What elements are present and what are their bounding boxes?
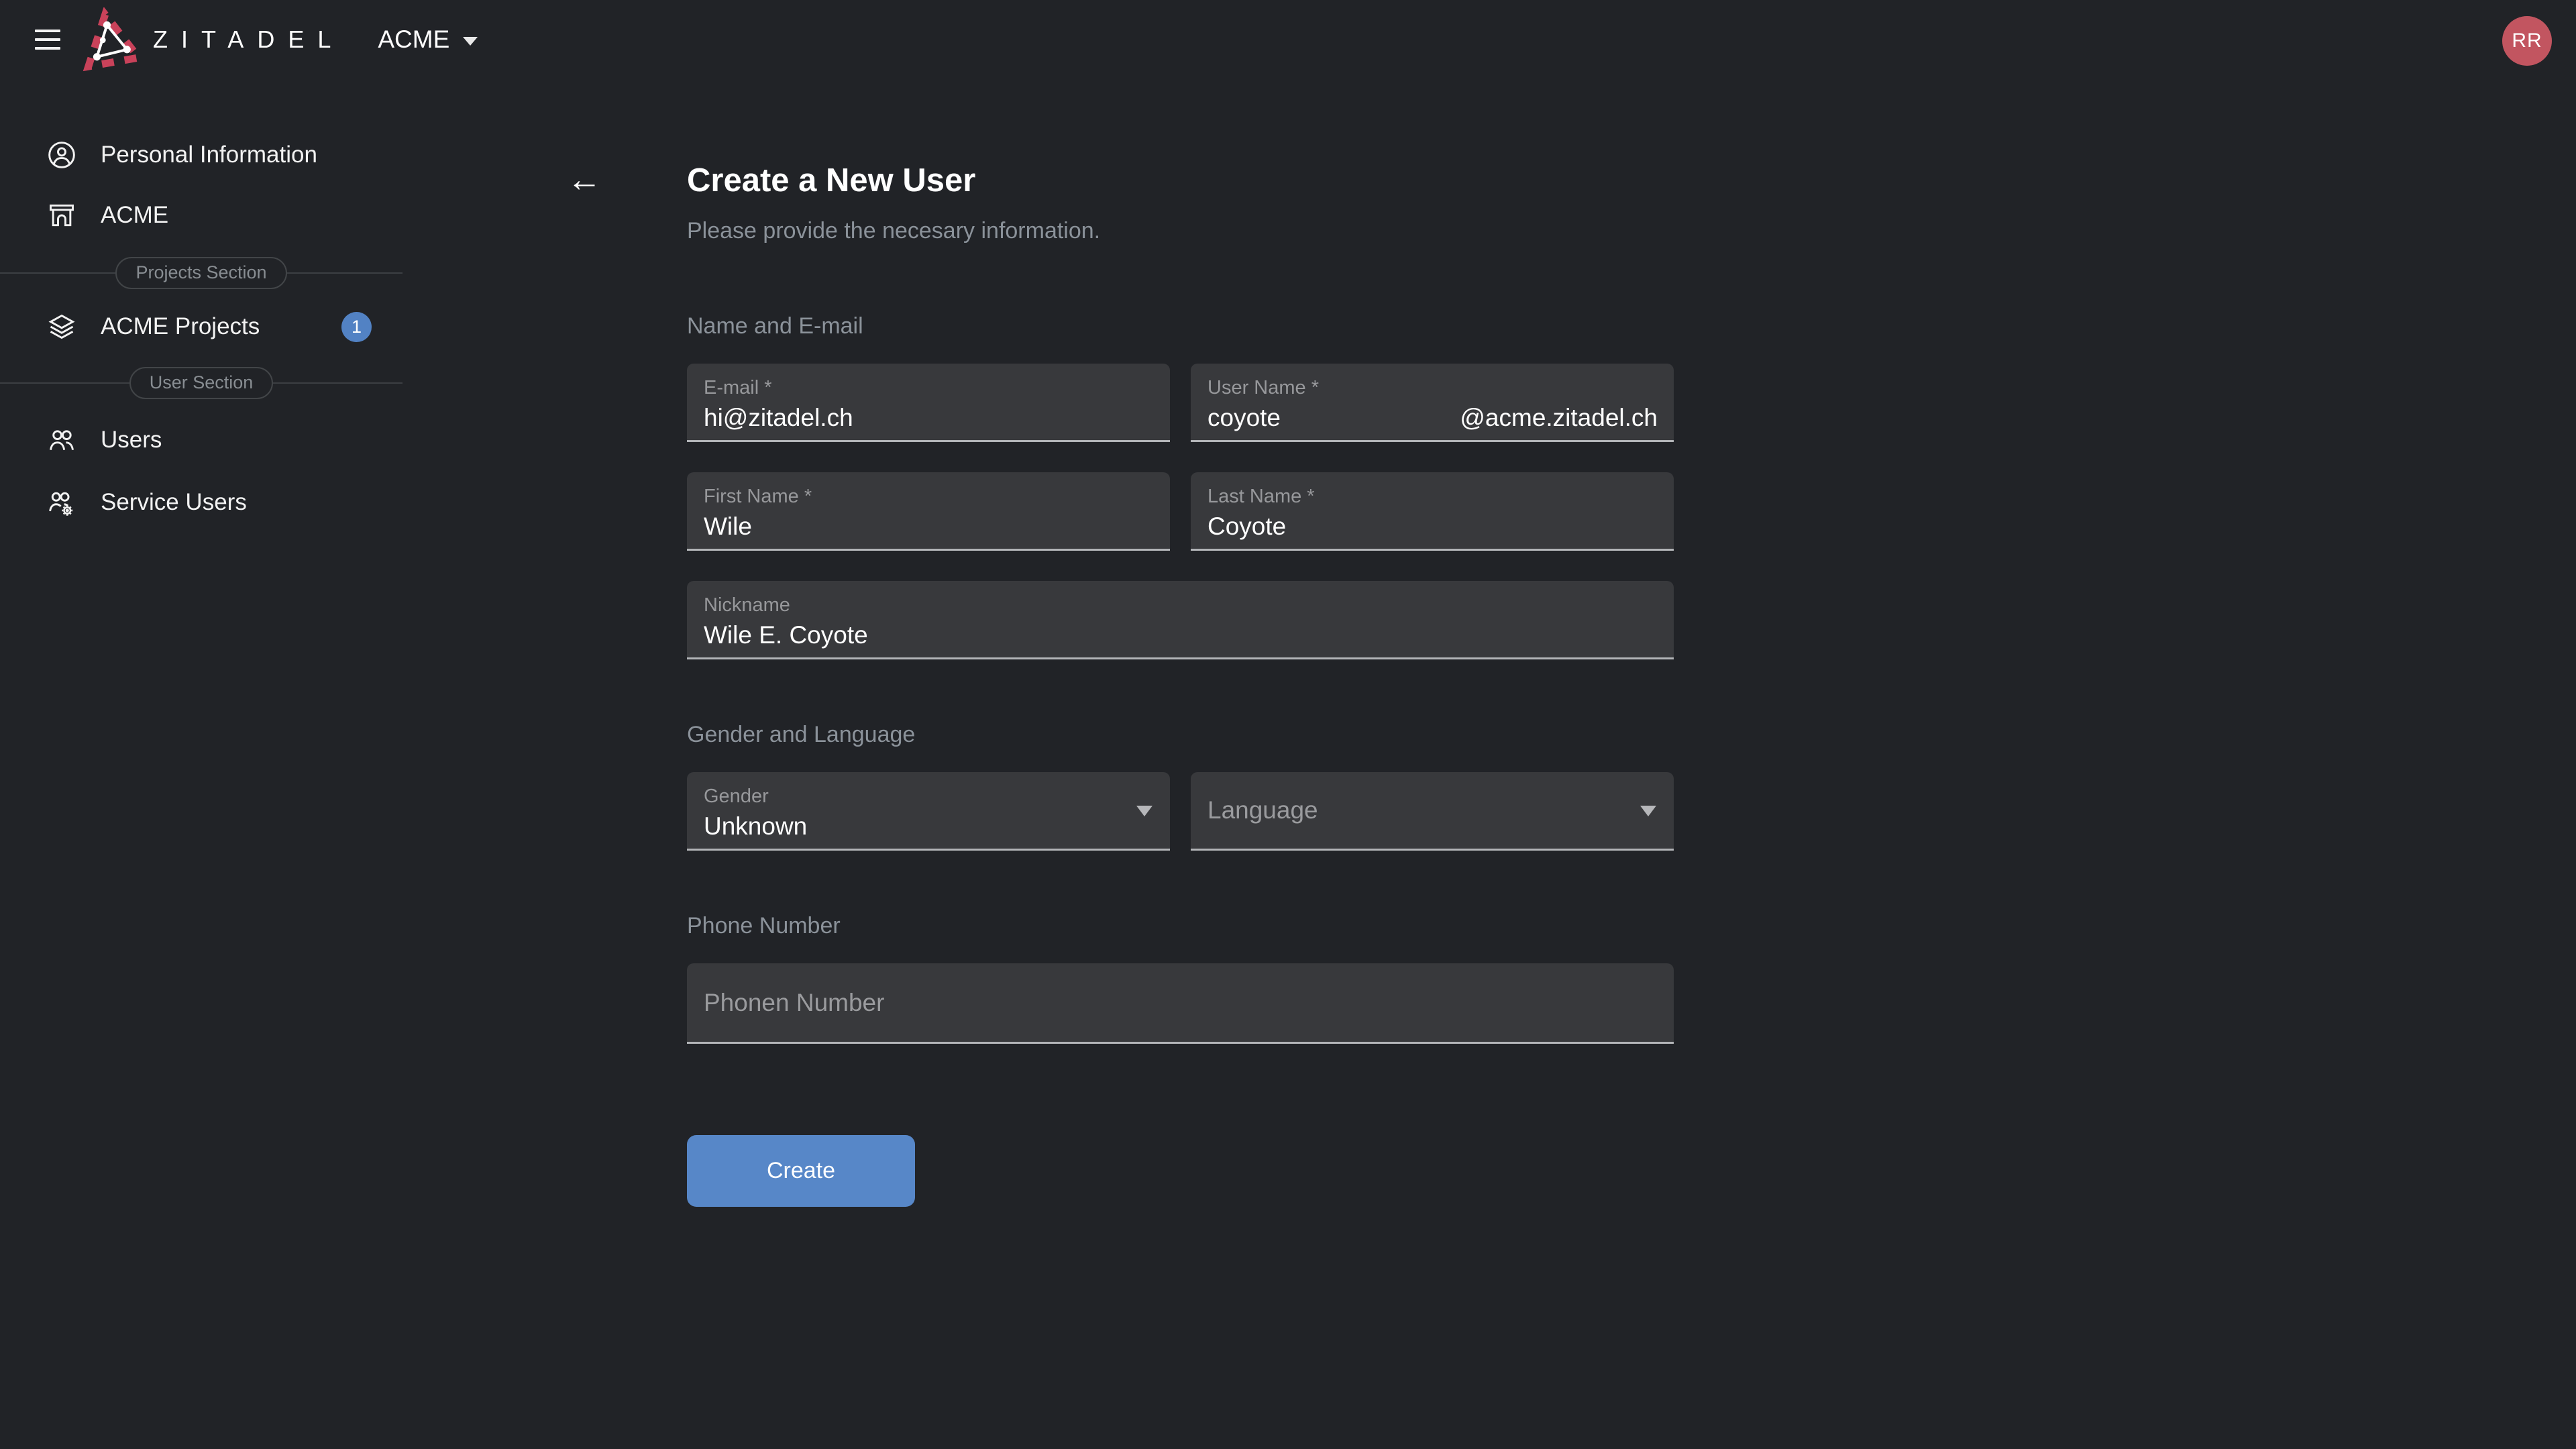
create-user-page: Create a New User Please provide the nec… — [687, 0, 1674, 1207]
gender-select[interactable]: Gender Unknown — [687, 772, 1170, 851]
lastname-field[interactable]: Last Name * Coyote — [1191, 472, 1674, 551]
firstname-field[interactable]: First Name * Wile — [687, 472, 1170, 551]
sidebar-item-personal-information[interactable]: Personal Information — [0, 126, 402, 184]
users-icon — [47, 425, 76, 455]
building-arch-icon — [47, 201, 76, 230]
sidebar-item-label: ACME — [101, 202, 168, 229]
section-pill-label: Projects Section — [115, 257, 286, 289]
divider-line — [273, 382, 402, 384]
firstname-label: First Name * — [704, 484, 1154, 509]
layers-icon — [47, 312, 76, 341]
firstname-value: Wile — [704, 510, 1154, 543]
dropdown-arrow-icon — [1136, 806, 1152, 816]
username-value: coyote — [1208, 401, 1281, 435]
zitadel-triangle-icon — [78, 7, 142, 72]
sidebar-item-label: Users — [101, 427, 162, 453]
sidebar-item-acme-projects[interactable]: ACME Projects 1 — [0, 298, 402, 356]
org-selector-button[interactable]: ACME — [378, 25, 478, 54]
sidebar-item-label: Service Users — [101, 489, 247, 516]
section-pill-label: User Section — [129, 367, 274, 399]
sidebar-item-label: Personal Information — [101, 142, 317, 168]
language-placeholder: Language — [1208, 794, 1658, 826]
email-value: hi@zitadel.ch — [704, 401, 1154, 435]
dropdown-arrow-icon — [1640, 806, 1656, 816]
phone-placeholder: Phonen Number — [704, 987, 1658, 1019]
username-field[interactable]: User Name * coyote @acme.zitadel.ch — [1191, 364, 1674, 442]
username-label: User Name * — [1208, 375, 1658, 400]
zitadel-logo[interactable]: ZITADEL — [78, 7, 344, 72]
brand-wordmark: ZITADEL — [153, 28, 344, 52]
name-email-grid: E-mail * hi@zitadel.ch User Name * coyot… — [687, 364, 1674, 659]
chevron-down-icon — [463, 37, 478, 46]
email-field[interactable]: E-mail * hi@zitadel.ch — [687, 364, 1170, 442]
section-label-name-email: Name and E-mail — [687, 311, 1674, 341]
divider-line — [0, 382, 129, 384]
avatar-initials: RR — [2512, 30, 2542, 52]
page-title: Create a New User — [687, 160, 1674, 201]
sidebar-item-service-users[interactable]: Service Users — [0, 474, 402, 531]
nickname-value: Wile E. Coyote — [704, 619, 1658, 652]
section-label-phone: Phone Number — [687, 911, 1674, 941]
lastname-value: Coyote — [1208, 510, 1658, 543]
service-users-icon — [47, 488, 76, 517]
back-button[interactable]: ← — [561, 158, 608, 201]
org-selector-label: ACME — [378, 25, 449, 54]
arrow-left-icon: ← — [567, 160, 602, 199]
divider-line — [287, 272, 402, 274]
lastname-label: Last Name * — [1208, 484, 1658, 509]
sidebar: Personal Information ACME Projects Secti… — [0, 79, 402, 1449]
gender-value: Unknown — [704, 810, 1154, 843]
email-label: E-mail * — [704, 375, 1154, 400]
language-select[interactable]: Language — [1191, 772, 1674, 851]
sidebar-item-users[interactable]: Users — [0, 411, 402, 469]
section-divider-projects: Projects Section — [0, 260, 402, 286]
phone-field[interactable]: Phonen Number — [687, 963, 1674, 1044]
page-subtitle: Please provide the necesary information. — [687, 216, 1674, 246]
sidebar-item-label: ACME Projects — [101, 313, 260, 340]
hamburger-menu-button[interactable] — [35, 28, 60, 51]
username-domain-suffix: @acme.zitadel.ch — [1460, 401, 1658, 435]
gender-language-grid: Gender Unknown Language — [687, 772, 1674, 851]
project-count-badge: 1 — [341, 312, 372, 342]
nickname-field[interactable]: Nickname Wile E. Coyote — [687, 581, 1674, 659]
nickname-label: Nickname — [704, 592, 1658, 618]
sidebar-item-acme[interactable]: ACME — [0, 186, 402, 244]
section-label-gender-language: Gender and Language — [687, 720, 1674, 749]
person-circle-icon — [47, 140, 76, 170]
user-avatar[interactable]: RR — [2502, 16, 2552, 66]
create-button[interactable]: Create — [687, 1135, 915, 1207]
divider-line — [0, 272, 115, 274]
section-divider-users: User Section — [0, 370, 402, 396]
gender-label: Gender — [704, 784, 1154, 809]
